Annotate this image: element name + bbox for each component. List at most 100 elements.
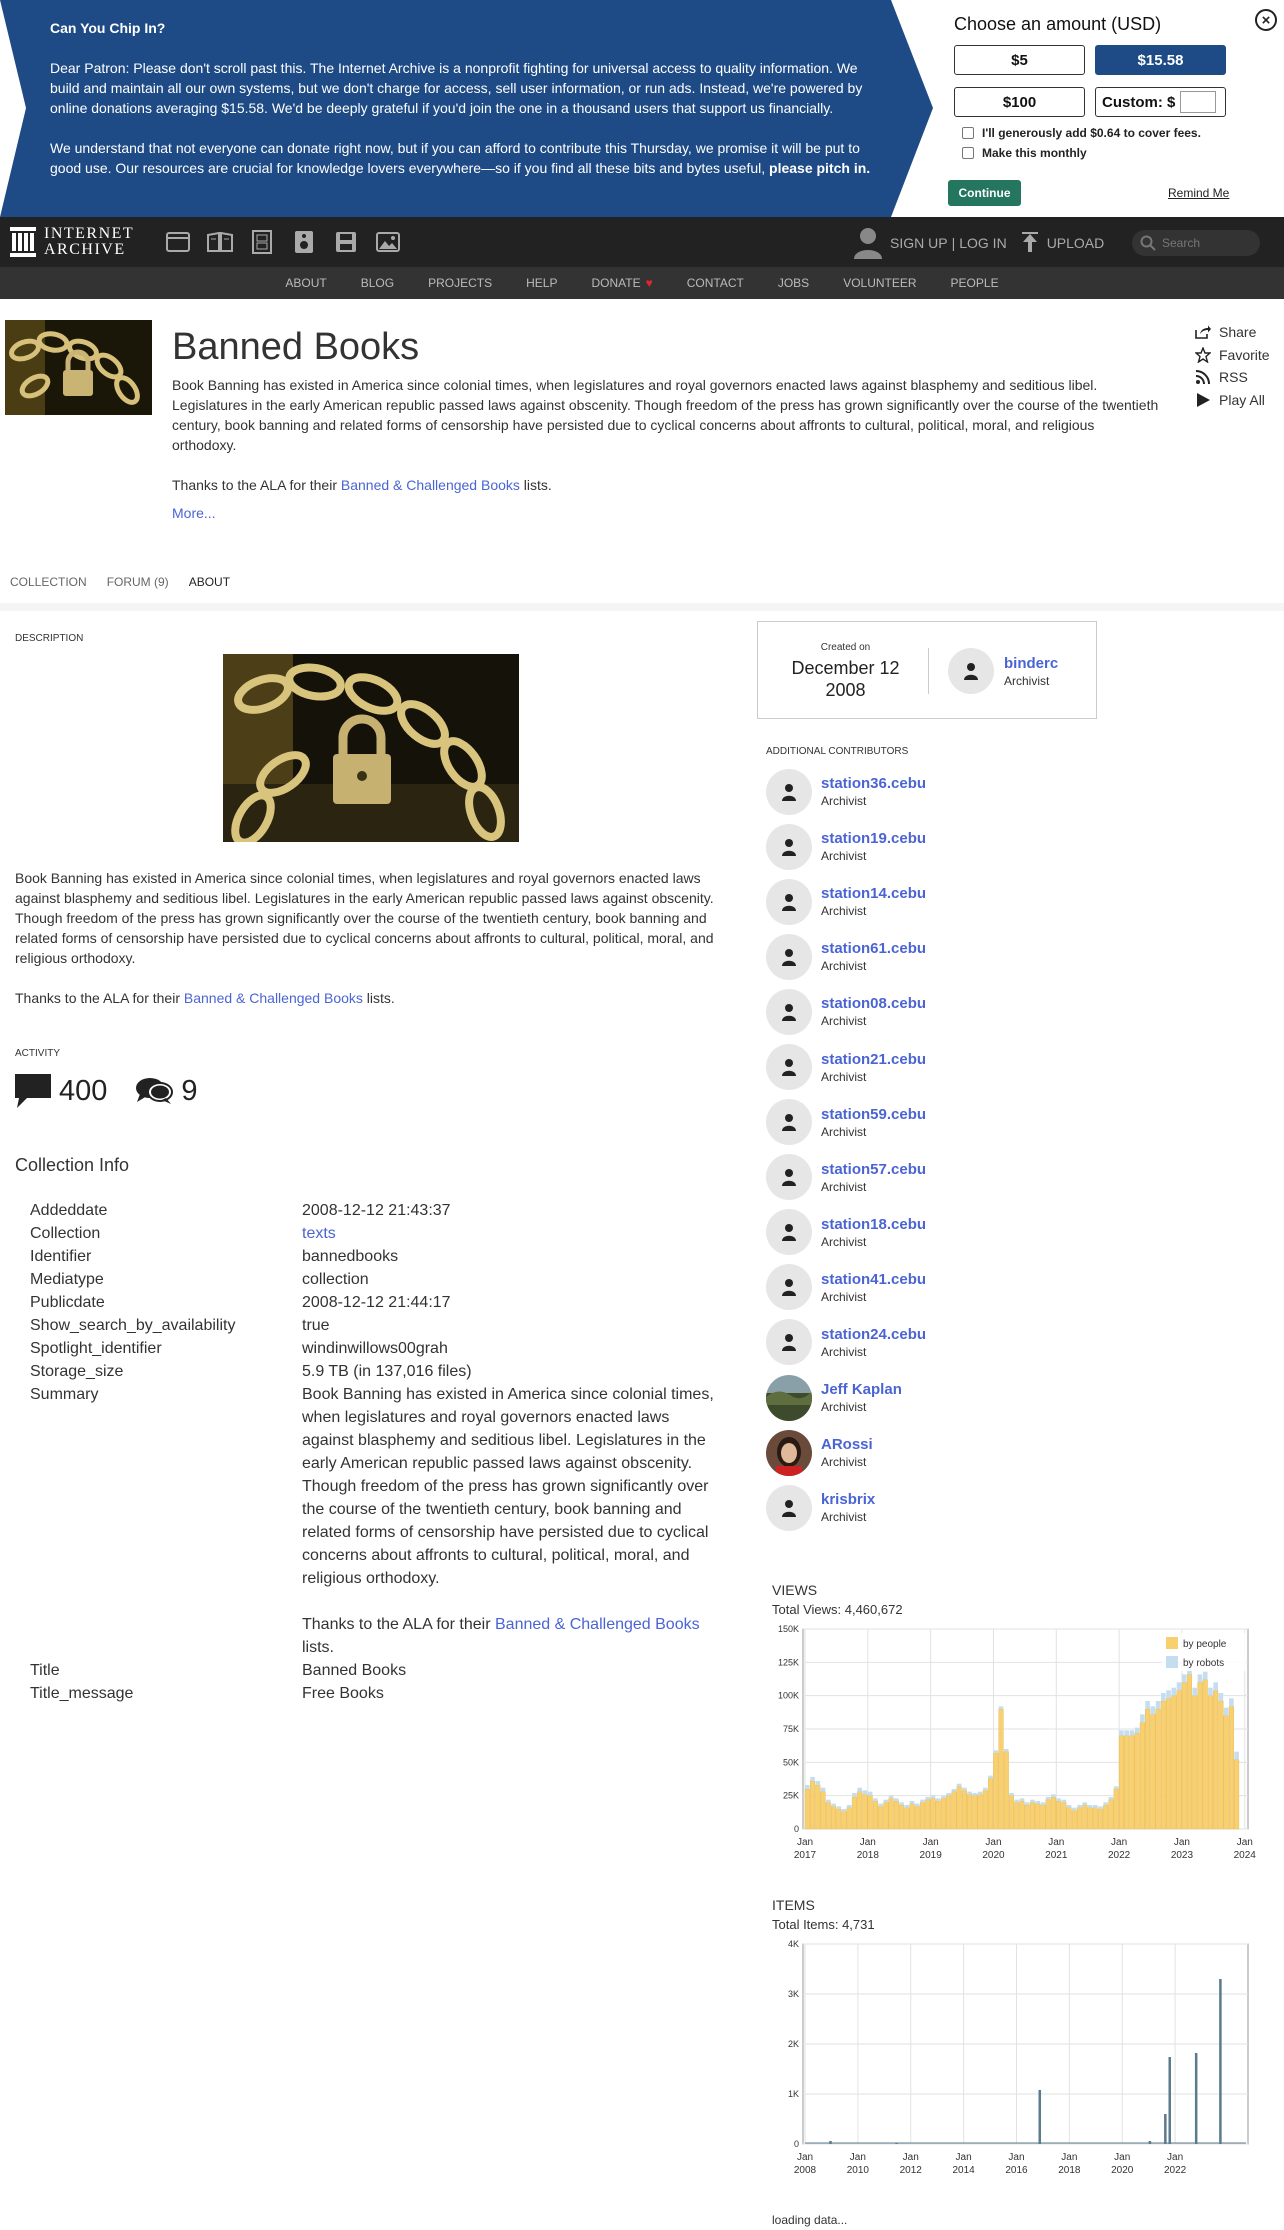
x-tick-label: 2012 <box>900 2165 923 2176</box>
contributor-name[interactable]: station21.cebu <box>821 1051 926 1068</box>
bar-by-people <box>804 1788 810 1830</box>
info-key: Mediatype <box>30 1271 104 1288</box>
contributor-item[interactable]: station24.cebu Archivist <box>766 1315 926 1370</box>
subnav-blog[interactable]: BLOG <box>361 276 394 290</box>
banned-challenged-link[interactable]: Banned & Challenged Books <box>341 477 520 493</box>
contributor-role: Archivist <box>821 1289 867 1304</box>
custom-amount[interactable]: Custom: $ <box>1095 87 1226 117</box>
y-tick-label: 150K <box>778 1624 799 1634</box>
subnav-donate[interactable]: DONATE ♥ <box>591 276 652 290</box>
subnav-contact[interactable]: CONTACT <box>687 276 744 290</box>
media-icons <box>164 228 401 255</box>
login-link[interactable]: LOG IN <box>959 235 1006 251</box>
contributor-name[interactable]: station36.cebu <box>821 775 926 792</box>
cover-fees-checkbox[interactable]: I'll generously add $0.64 to cover fees. <box>954 126 1244 140</box>
contributor-name[interactable]: station24.cebu <box>821 1326 926 1343</box>
person-icon <box>766 823 812 870</box>
rss-button[interactable]: RSS <box>1195 366 1270 389</box>
contributor-item[interactable]: station19.cebu Archivist <box>766 819 926 874</box>
subnav-projects[interactable]: PROJECTS <box>428 276 492 290</box>
tab-forum[interactable]: FORUM (9) <box>107 575 169 599</box>
info-key: Spotlight_identifier <box>30 1340 162 1357</box>
owner-name[interactable]: binderc <box>1004 655 1058 672</box>
monthly-box[interactable] <box>962 147 974 159</box>
contributor-name[interactable]: station57.cebu <box>821 1161 926 1178</box>
upload-icon[interactable] <box>1021 232 1039 254</box>
about-thanks-post: lists. <box>362 990 395 1006</box>
subnav-help[interactable]: HELP <box>526 276 557 290</box>
images-icon[interactable] <box>374 228 401 255</box>
tab-collection[interactable]: COLLECTION <box>10 575 87 599</box>
tab-about[interactable]: ABOUT <box>189 575 230 599</box>
software-icon[interactable] <box>332 228 359 255</box>
item-bar <box>1148 2141 1152 2144</box>
share-button[interactable]: Share <box>1195 321 1270 344</box>
reviews-count[interactable]: 400 <box>59 1075 107 1108</box>
internet-archive-logo[interactable]: INTERNET ARCHIVE <box>10 226 134 258</box>
upload-link[interactable]: UPLOAD <box>1047 235 1105 251</box>
subnav-volunteer[interactable]: VOLUNTEER <box>843 276 916 290</box>
bar-by-robots <box>888 1795 894 1799</box>
bar-by-robots <box>820 1787 826 1792</box>
contributor-item[interactable]: station57.cebu Archivist <box>766 1150 926 1205</box>
x-tick-label: 2008 <box>794 2165 817 2176</box>
monthly-checkbox[interactable]: Make this monthly <box>954 146 1244 160</box>
cover-fees-box[interactable] <box>962 127 974 139</box>
close-banner-button[interactable]: × <box>1255 9 1277 31</box>
contributor-item[interactable]: Jeff Kaplan Archivist <box>766 1370 926 1425</box>
contributor-name[interactable]: station08.cebu <box>821 995 926 1012</box>
texts-icon[interactable] <box>206 228 233 255</box>
contributor-item[interactable]: station41.cebu Archivist <box>766 1260 926 1315</box>
amount-15-58-button[interactable]: $15.58 <box>1095 45 1226 75</box>
bar-by-robots <box>1108 1797 1114 1800</box>
contributor-name[interactable]: station19.cebu <box>821 830 926 847</box>
amount-5-button[interactable]: $5 <box>954 45 1085 75</box>
play-all-button[interactable]: Play All <box>1195 389 1270 412</box>
contributor-name[interactable]: ARossi <box>821 1436 873 1453</box>
contributor-name[interactable]: station61.cebu <box>821 940 926 957</box>
web-icon[interactable] <box>164 228 191 255</box>
contributor-name[interactable]: Jeff Kaplan <box>821 1381 902 1398</box>
play-all-label: Play All <box>1219 391 1265 408</box>
forum-count[interactable]: 9 <box>181 1075 197 1108</box>
about-banned-challenged-link[interactable]: Banned & Challenged Books <box>184 990 363 1006</box>
x-tick-label: Jan <box>1008 2152 1024 2163</box>
contributor-name[interactable]: station59.cebu <box>821 1106 926 1123</box>
search-input[interactable]: Search <box>1132 230 1260 256</box>
contributor-name[interactable]: station18.cebu <box>821 1216 926 1233</box>
contributor-item[interactable]: station61.cebu Archivist <box>766 929 926 984</box>
contributor-item[interactable]: station21.cebu Archivist <box>766 1039 926 1094</box>
monthly-label: Make this monthly <box>982 146 1087 160</box>
contributor-name[interactable]: station14.cebu <box>821 885 926 902</box>
remind-me-link[interactable]: Remind Me <box>1168 186 1229 200</box>
user-avatar-icon[interactable] <box>854 227 882 259</box>
bar-by-people <box>977 1794 983 1830</box>
contributor-item[interactable]: station14.cebu Archivist <box>766 874 926 929</box>
subnav-people[interactable]: PEOPLE <box>951 276 999 290</box>
contributor-item[interactable]: krisbrix Archivist <box>766 1480 926 1535</box>
bar-by-people <box>1071 1810 1077 1830</box>
custom-amount-input[interactable] <box>1180 91 1217 113</box>
video-icon[interactable] <box>248 228 275 255</box>
owner[interactable]: binderc Archivist <box>948 648 1058 694</box>
contributor-item[interactable]: station36.cebu Archivist <box>766 764 926 819</box>
bar-by-people <box>982 1790 988 1830</box>
collection-texts-link[interactable]: texts <box>302 1225 336 1242</box>
continue-button[interactable]: Continue <box>948 180 1021 206</box>
contributor-item[interactable]: station18.cebu Archivist <box>766 1205 926 1260</box>
amount-100-button[interactable]: $100 <box>954 87 1085 117</box>
favorite-button[interactable]: Favorite <box>1195 344 1270 367</box>
contributor-item[interactable]: station59.cebu Archivist <box>766 1095 926 1150</box>
contributor-name[interactable]: station41.cebu <box>821 1271 926 1288</box>
more-link[interactable]: More... <box>172 505 1162 521</box>
audio-icon[interactable] <box>290 228 317 255</box>
bar-by-robots <box>972 1793 978 1796</box>
summary-banned-challenged-link[interactable]: Banned & Challenged Books <box>495 1616 700 1633</box>
contributor-name[interactable]: krisbrix <box>821 1491 875 1508</box>
contributor-item[interactable]: ARossi Archivist <box>766 1425 926 1480</box>
subnav-jobs[interactable]: JOBS <box>778 276 809 290</box>
contributor-item[interactable]: station08.cebu Archivist <box>766 984 926 1039</box>
signup-link[interactable]: SIGN UP <box>890 235 948 251</box>
bar-by-robots <box>962 1787 967 1791</box>
subnav-about[interactable]: ABOUT <box>285 276 326 290</box>
